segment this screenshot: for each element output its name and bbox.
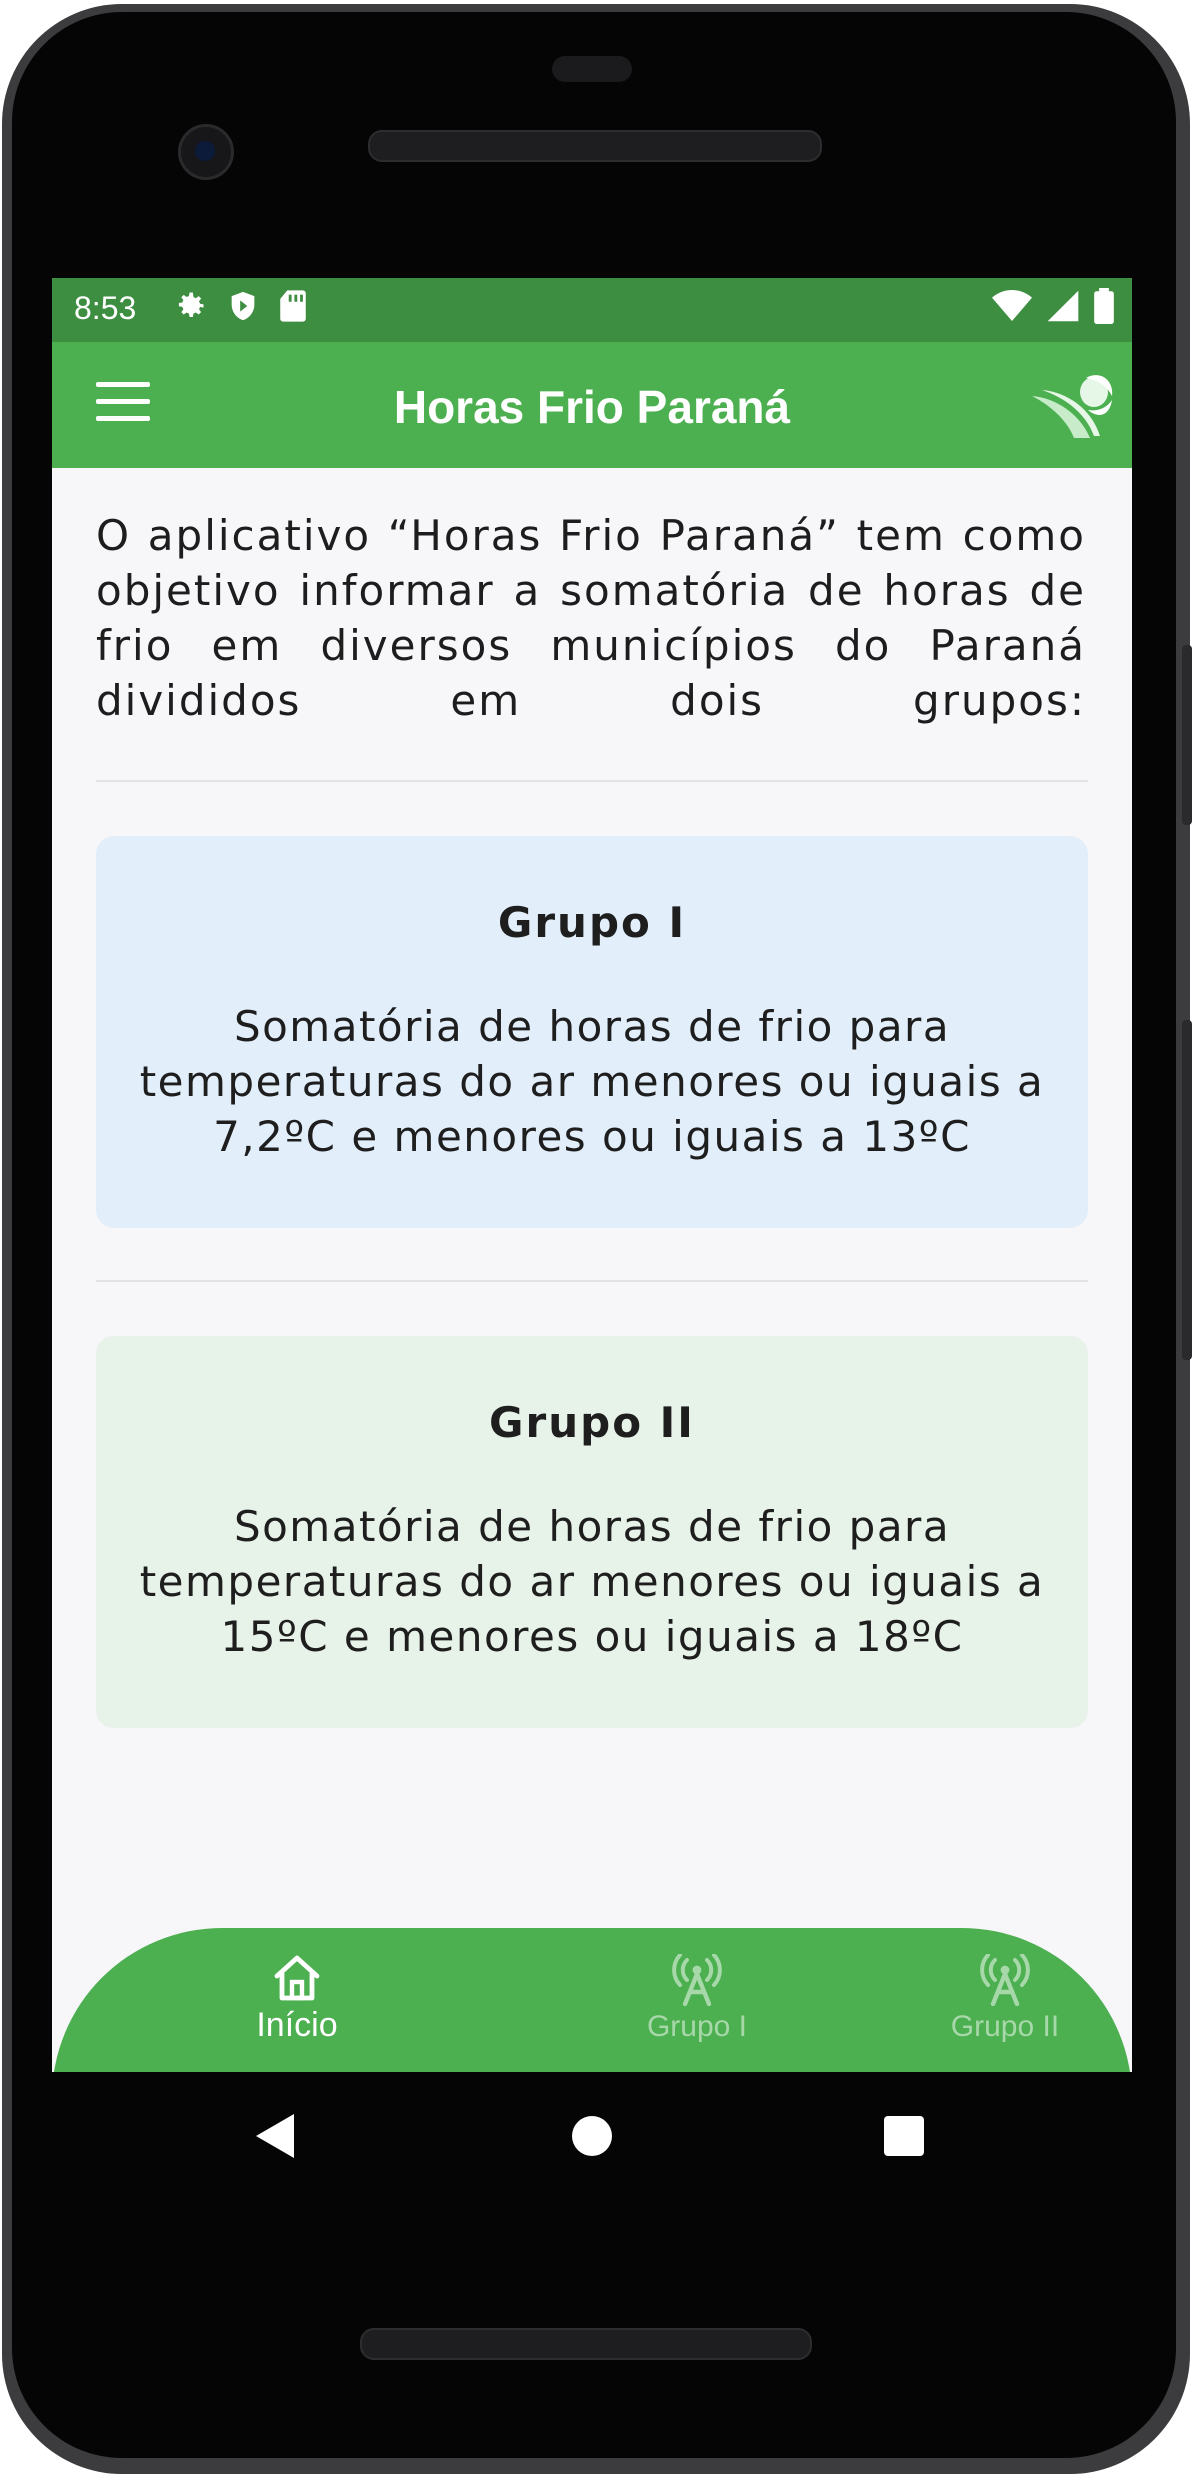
group-title: Grupo II xyxy=(489,1398,695,1447)
nav-item-grupo-1[interactable]: Grupo I xyxy=(597,1954,797,2044)
recent-apps-icon[interactable] xyxy=(884,2116,924,2156)
earpiece-speaker xyxy=(368,130,822,162)
sd-card-icon xyxy=(280,290,306,322)
nav-label: Grupo I xyxy=(646,2010,748,2043)
status-time: 8:53 xyxy=(74,290,137,326)
system-navigation-bar xyxy=(52,2072,1132,2202)
home-circle-icon[interactable] xyxy=(572,2116,612,2156)
home-icon xyxy=(274,1955,320,2001)
group-description: Somatória de horas de frio para temperat… xyxy=(139,1502,1045,1661)
app-title: Horas Frio Paraná xyxy=(393,381,791,433)
nav-item-inicio[interactable]: Início xyxy=(212,1954,382,2045)
group-title: Grupo I xyxy=(497,898,687,947)
divider xyxy=(96,780,1088,782)
top-sensor xyxy=(552,56,632,82)
phone-mockup: 8:53 Horas Frio Paraná O aplicativo “Hor… xyxy=(0,0,1194,2480)
nav-item-grupo-2[interactable]: Grupo II xyxy=(905,1954,1105,2044)
gear-icon xyxy=(178,292,204,317)
divider xyxy=(96,1280,1088,1282)
nav-label: Grupo II xyxy=(950,2010,1060,2043)
antenna-icon xyxy=(672,1954,722,2006)
nav-label: Início xyxy=(256,2006,338,2044)
app-screen: 8:53 Horas Frio Paraná O aplicativo “Hor… xyxy=(52,278,1132,2072)
shield-icon xyxy=(231,291,255,321)
battery-icon xyxy=(1094,288,1114,324)
antenna-icon xyxy=(980,1954,1030,2006)
signal-icon xyxy=(1047,290,1079,322)
app-bar: Horas Frio Paraná xyxy=(52,342,1132,468)
volume-button xyxy=(1182,1020,1192,1360)
bottom-speaker xyxy=(360,2328,812,2360)
back-icon[interactable] xyxy=(256,2114,294,2158)
group-card-2: Grupo II Somatória de horas de frio para… xyxy=(96,1336,1088,1728)
group-description: Somatória de horas de frio para temperat… xyxy=(139,1002,1045,1161)
status-bar: 8:53 xyxy=(52,278,1132,342)
app-logo-icon xyxy=(1032,375,1113,438)
front-camera-icon xyxy=(178,124,234,180)
power-button xyxy=(1182,645,1192,825)
intro-text: O aplicativo “Horas Frio Paraná” tem com… xyxy=(96,511,1086,725)
wifi-icon xyxy=(992,290,1032,321)
group-card-1: Grupo I Somatória de horas de frio para … xyxy=(96,836,1088,1228)
bottom-navigation: Início Grupo I Grupo II xyxy=(52,1928,1132,2072)
